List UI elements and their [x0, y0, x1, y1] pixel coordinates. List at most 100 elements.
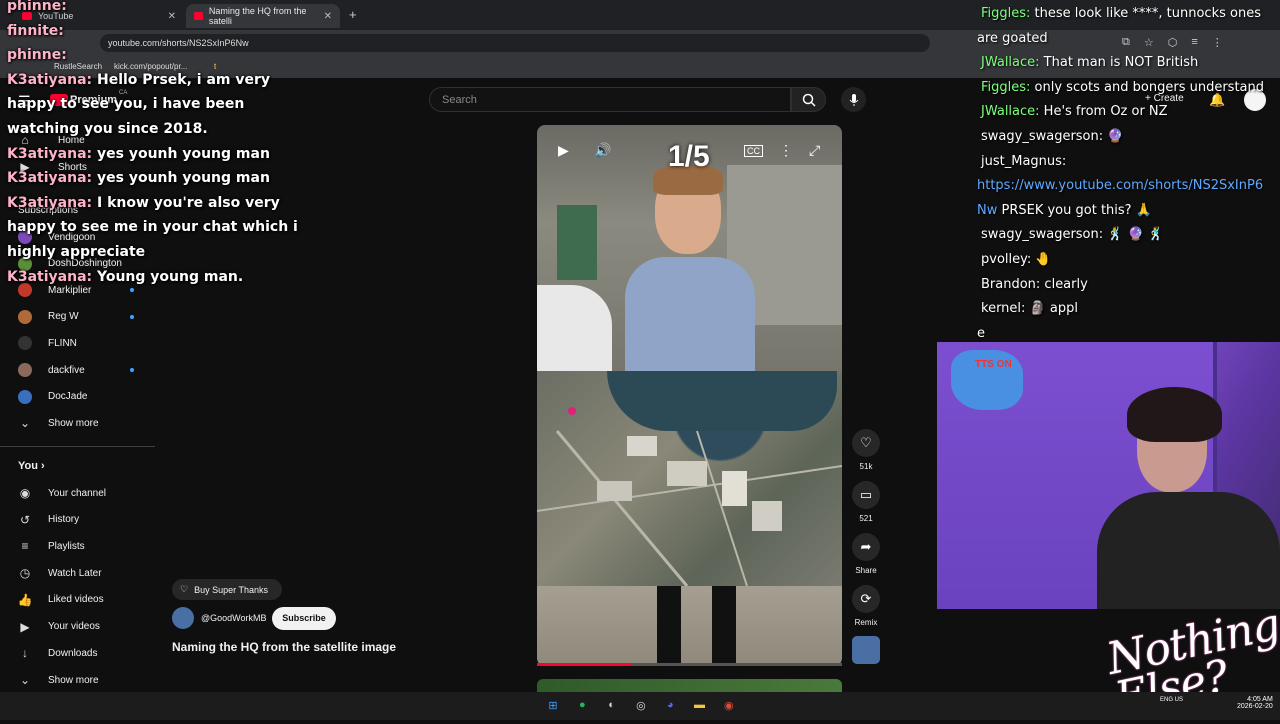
chat-text: 🤚 — [1031, 252, 1052, 267]
download-icon: ↓ — [22, 646, 28, 661]
new-tab-button[interactable]: + — [349, 7, 357, 22]
language-indicator[interactable]: ENG US — [1160, 697, 1183, 704]
chrome-icon[interactable]: ◉ — [720, 696, 738, 714]
sidebar-item-subscription[interactable]: dackfive — [18, 363, 85, 377]
sidebar-item-you[interactable]: ◷ Watch Later — [18, 566, 102, 580]
chat-message: happy to see you, i have been — [7, 96, 244, 112]
more-options-icon[interactable]: ⋮ — [779, 142, 793, 159]
chat-message: swagy_swagerson: 🕺 🔮 🕺 — [981, 227, 1164, 242]
chat-username: finnite: — [7, 22, 64, 39]
chat-message: K3atiyana: Hello Prsek, i am very — [7, 72, 270, 88]
discord-icon[interactable]: ◕ — [661, 696, 679, 714]
spotify-icon[interactable]: ● — [573, 696, 591, 714]
steam-icon[interactable]: ◐ — [603, 696, 621, 714]
super-thanks-label: Buy Super Thanks — [194, 584, 268, 595]
windows-icon[interactable]: ⊞ — [544, 696, 562, 714]
sidebar-item-you[interactable]: ↺ History — [18, 513, 79, 527]
bookmark-item[interactable]: kick.com/popout/pr... — [114, 62, 187, 71]
channel-avatar[interactable] — [172, 607, 194, 629]
play-button-icon[interactable]: ▶ — [558, 142, 569, 159]
sidebar-item-you[interactable]: ↓ Downloads — [18, 646, 97, 660]
chat-text: only scots and bongers understand — [1030, 79, 1264, 95]
remix-icon: ⟳ — [860, 591, 872, 606]
search-input[interactable]: Search — [429, 87, 791, 112]
system-clock[interactable]: 4:05 AM 2026-02-20 — [1237, 696, 1273, 710]
tts-sign-text: TTS ON — [975, 359, 1012, 370]
clock-time: 4:05 AM — [1247, 696, 1273, 703]
chat-text[interactable]: Nw — [977, 203, 997, 218]
sidebar-item-you[interactable]: ◉ Your channel — [18, 486, 106, 500]
video-title[interactable]: Naming the HQ from the satellite image — [172, 640, 396, 654]
bookmark-item[interactable]: t — [214, 62, 216, 71]
next-short-preview[interactable] — [537, 679, 842, 692]
sidebar-item-label: History — [48, 514, 80, 526]
sidebar-item-you[interactable]: 👍 Liked videos — [18, 593, 104, 607]
sidebar-item-you[interactable]: ▶ Your videos — [18, 620, 100, 634]
sidebar-item-label: Show more — [48, 417, 99, 429]
sidebar-item-subscription[interactable]: Reg W — [18, 309, 79, 324]
star-icon[interactable]: ☆ — [1144, 36, 1154, 49]
chat-username: just_Magnus: — [981, 153, 1067, 169]
satellite-map-image — [537, 371, 842, 586]
channel-thumbnail[interactable] — [852, 636, 880, 664]
sidebar-item-label: dackfive — [48, 364, 85, 376]
sidebar-item-label: Liked videos — [48, 594, 104, 606]
webcam-feed: TTS ON — [937, 342, 1280, 609]
chat-username: JWallace: — [981, 104, 1040, 120]
obs-icon[interactable]: ◎ — [632, 696, 650, 714]
chat-text: happy to see you, i have been — [7, 96, 245, 113]
chat-text: yes younh young man — [92, 145, 270, 162]
more-icon[interactable]: ⋮ — [1212, 36, 1223, 49]
sidebar-item-label: Show more — [48, 674, 99, 686]
chat-text: 🕺 🔮 🕺 — [1103, 227, 1165, 243]
sidebar-item-subscription[interactable]: DocJade — [18, 389, 87, 404]
extensions-icon[interactable]: ⬡ — [1168, 36, 1178, 49]
cast-icon[interactable]: ⧉ — [1122, 36, 1130, 49]
thumbs-up-icon: 👍 — [17, 592, 33, 607]
bookmark-item[interactable]: RustleSearch — [54, 62, 102, 71]
super-thanks-button[interactable]: ♡ Buy Super Thanks — [172, 579, 282, 600]
close-icon[interactable]: ✕ — [168, 11, 176, 22]
channel-name[interactable]: @GoodWorkMB — [201, 613, 267, 623]
action-button[interactable]: ▭ — [852, 481, 880, 509]
volume-icon[interactable]: 🔊 — [594, 142, 611, 159]
chat-message: just_Magnus: — [981, 154, 1066, 169]
chat-username: K3atiyana: — [7, 145, 93, 162]
chat-message: https://www.youtube.com/shorts/NS2SxInP6 — [977, 178, 1263, 193]
captions-icon[interactable]: CC — [744, 145, 763, 157]
sidebar-item-subscription[interactable]: FLINN — [18, 336, 77, 351]
sidebar-item-you[interactable]: ≡ Playlists — [18, 539, 84, 554]
chat-message: phinne: — [7, 0, 67, 14]
action-button[interactable]: ♡ — [852, 429, 880, 457]
you-heading[interactable]: You › — [18, 460, 45, 472]
url-input[interactable]: youtube.com/shorts/NS2SxInP6Nw — [100, 34, 930, 52]
tab-short[interactable]: Naming the HQ from the satelli ✕ — [186, 4, 340, 28]
history-icon: ↺ — [19, 512, 31, 527]
chat-message: kernel: 🗿 appl — [981, 301, 1078, 316]
search-button[interactable] — [791, 87, 826, 112]
chat-message: Brandon: clearly — [981, 277, 1088, 292]
video-progress-bar[interactable] — [537, 663, 842, 666]
person-figure — [625, 165, 755, 371]
action-button[interactable]: ➦ — [852, 533, 880, 561]
close-icon[interactable]: ✕ — [324, 11, 332, 22]
sidebar-item-subscription[interactable]: Markiplier — [18, 283, 91, 298]
show-more-subscriptions[interactable]: ⌄ Show more — [18, 416, 99, 430]
shorts-video-player[interactable] — [537, 125, 842, 666]
fullscreen-icon[interactable]: ⤢ — [809, 142, 820, 159]
photo-counter: 1/5 — [668, 140, 710, 173]
chat-text[interactable]: https://www.youtube.com/shorts/NS2SxInP6 — [977, 178, 1263, 193]
folder-icon[interactable]: ▬ — [691, 696, 709, 714]
subscribe-button[interactable]: Subscribe — [272, 607, 336, 630]
voice-search-button[interactable] — [841, 87, 866, 112]
playlists-icon: ≡ — [21, 539, 29, 554]
menu-icon[interactable]: ≡ — [1191, 36, 1197, 49]
sidebar-item-label: Your channel — [48, 487, 107, 499]
action-button[interactable]: ⟳ — [852, 585, 880, 613]
clock-icon: ◷ — [19, 566, 31, 581]
chat-message: JWallace: He's from Oz or NZ — [981, 104, 1168, 119]
chat-username: phinne: — [7, 0, 67, 14]
chat-text: That man is NOT British — [1039, 55, 1199, 71]
show-more-you[interactable]: ⌄ Show more — [18, 673, 99, 687]
search-icon — [802, 93, 816, 107]
